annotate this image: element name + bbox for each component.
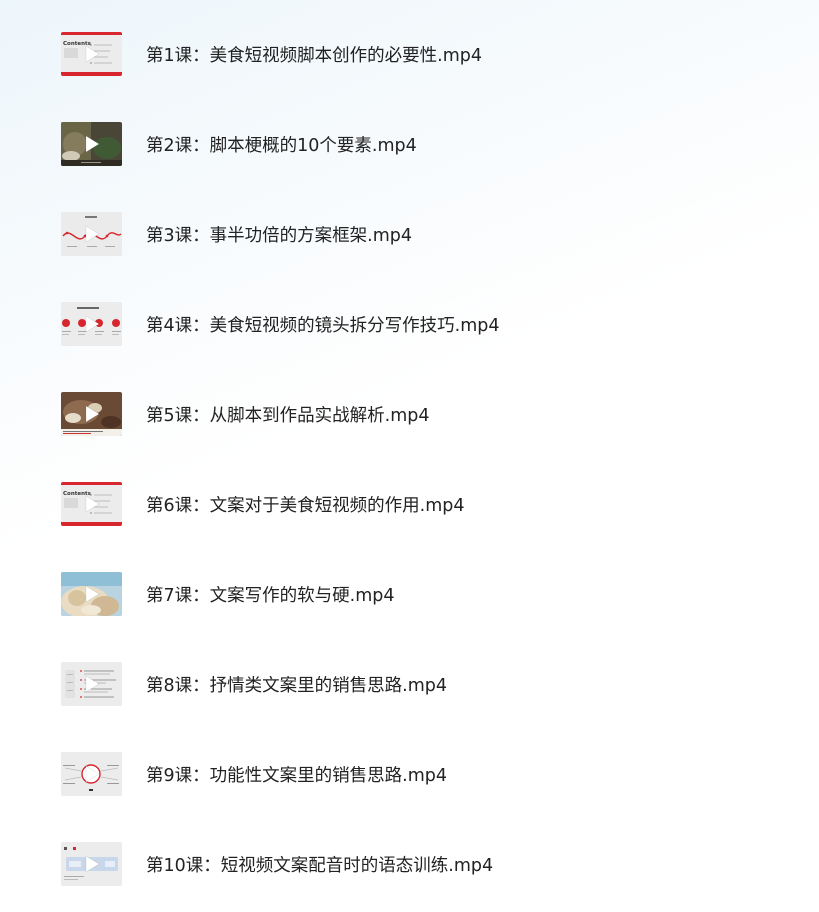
video-title[interactable]: 第9课：功能性文案里的销售思路.mp4 — [146, 762, 447, 787]
video-title[interactable]: 第5课：从脚本到作品实战解析.mp4 — [146, 402, 430, 427]
play-icon[interactable] — [61, 662, 122, 706]
video-thumbnail[interactable] — [61, 212, 122, 256]
play-icon[interactable] — [61, 212, 122, 256]
video-title[interactable]: 第4课：美食短视频的镜头拆分写作技巧.mp4 — [146, 312, 500, 337]
video-item-lesson-2[interactable]: 第2课：脚本梗概的10个要素.mp4 — [61, 121, 781, 167]
video-thumbnail[interactable]: Contents — [61, 482, 122, 526]
video-title[interactable]: 第7课：文案写作的软与硬.mp4 — [146, 582, 395, 607]
video-list: Contents 第1课：美食短视频脚本创作的必要性.mp4 第2课：脚本梗概的… — [0, 0, 819, 912]
video-title[interactable]: 第1课：美食短视频脚本创作的必要性.mp4 — [146, 42, 482, 67]
video-thumbnail[interactable] — [61, 662, 122, 706]
video-title[interactable]: 第10课：短视频文案配音时的语态训练.mp4 — [146, 852, 493, 877]
play-icon[interactable] — [61, 122, 122, 166]
play-icon[interactable] — [61, 842, 122, 886]
video-item-lesson-6[interactable]: Contents 第6课：文案对于美食短视频的作用.mp4 — [61, 481, 781, 527]
video-item-lesson-9[interactable]: 第9课：功能性文案里的销售思路.mp4 — [61, 751, 781, 797]
play-icon[interactable] — [61, 302, 122, 346]
video-thumbnail[interactable] — [61, 122, 122, 166]
play-icon[interactable] — [61, 752, 122, 796]
video-thumbnail[interactable] — [61, 392, 122, 436]
video-title[interactable]: 第8课：抒情类文案里的销售思路.mp4 — [146, 672, 447, 697]
video-item-lesson-7[interactable]: 第7课：文案写作的软与硬.mp4 — [61, 571, 781, 617]
video-thumbnail[interactable] — [61, 842, 122, 886]
video-item-lesson-8[interactable]: 第8课：抒情类文案里的销售思路.mp4 — [61, 661, 781, 707]
video-item-lesson-4[interactable]: 第4课：美食短视频的镜头拆分写作技巧.mp4 — [61, 301, 781, 347]
video-title[interactable]: 第2课：脚本梗概的10个要素.mp4 — [146, 132, 417, 157]
video-item-lesson-1[interactable]: Contents 第1课：美食短视频脚本创作的必要性.mp4 — [61, 31, 781, 77]
video-item-lesson-3[interactable]: 第3课：事半功倍的方案框架.mp4 — [61, 211, 781, 257]
video-title[interactable]: 第3课：事半功倍的方案框架.mp4 — [146, 222, 412, 247]
play-icon[interactable] — [61, 32, 122, 76]
play-icon[interactable] — [61, 572, 122, 616]
play-icon[interactable] — [61, 392, 122, 436]
video-thumbnail[interactable] — [61, 572, 122, 616]
video-item-lesson-10[interactable]: 第10课：短视频文案配音时的语态训练.mp4 — [61, 841, 781, 887]
video-thumbnail[interactable] — [61, 302, 122, 346]
video-title[interactable]: 第6课：文案对于美食短视频的作用.mp4 — [146, 492, 465, 517]
video-thumbnail[interactable]: Contents — [61, 32, 122, 76]
play-icon[interactable] — [61, 482, 122, 526]
video-item-lesson-5[interactable]: 第5课：从脚本到作品实战解析.mp4 — [61, 391, 781, 437]
video-thumbnail[interactable] — [61, 752, 122, 796]
